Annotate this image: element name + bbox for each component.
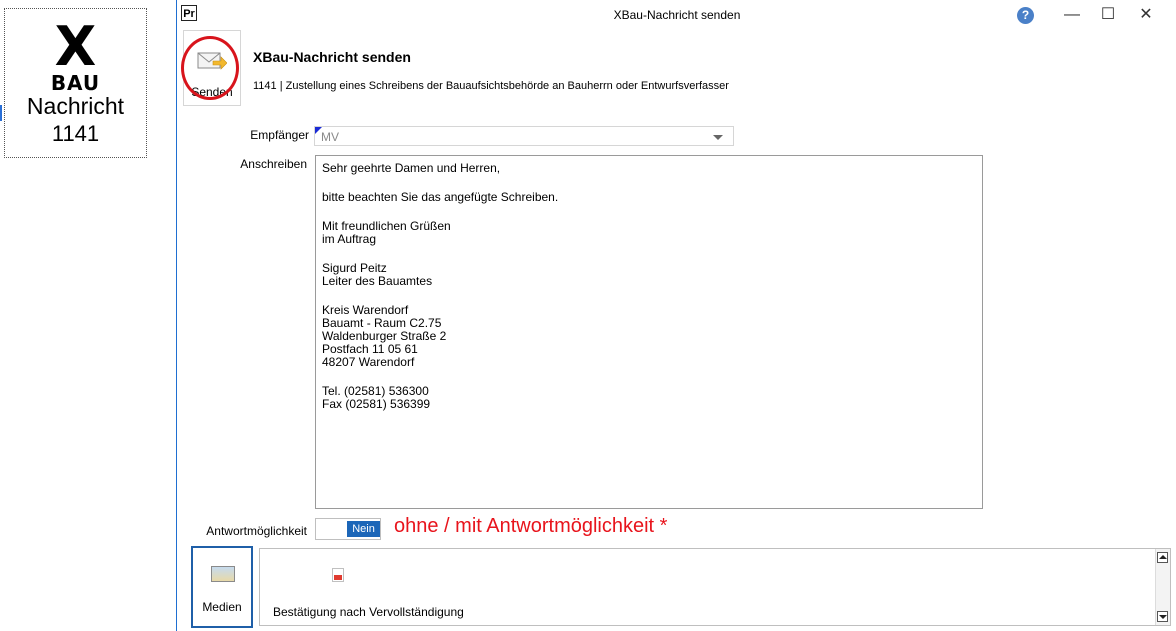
scroll-down-icon[interactable] — [1157, 611, 1168, 622]
letter-line: Waldenburger Straße 2 — [322, 329, 447, 343]
letter-line: Sehr geehrte Damen und Herren, — [322, 161, 501, 175]
letter-line: bitte beachten Sie das angefügte Schreib… — [322, 190, 559, 204]
close-button[interactable]: ✕ — [1131, 4, 1161, 26]
chevron-down-icon[interactable] — [713, 135, 723, 140]
maximize-button[interactable]: ☐ — [1093, 4, 1123, 26]
badge-bau: BAU — [50, 71, 101, 95]
recipient-select[interactable]: MV — [314, 126, 734, 146]
letter-line — [322, 288, 976, 301]
letter-line: Postfach 11 05 61 — [322, 342, 418, 356]
letter-textarea[interactable]: Sehr geehrte Damen und Herren, bitte bea… — [315, 155, 983, 509]
media-item-label[interactable]: Bestätigung nach Vervollständigung — [273, 605, 464, 619]
badge-nachricht: Nachricht — [26, 93, 125, 119]
letter-label: Anschreiben — [240, 157, 307, 171]
badge-x: X — [54, 15, 97, 78]
letter-line: Fax (02581) 536399 — [322, 397, 431, 411]
recipient-value: MV — [321, 130, 339, 144]
letter-line: im Auftrag — [322, 232, 377, 246]
help-icon[interactable]: ? — [1017, 7, 1034, 24]
answer-option-toggle[interactable]: Nein — [315, 518, 381, 540]
xbau-nachricht-badge: X BAU Nachricht 1141 — [0, 8, 147, 158]
letter-line: 48207 Warendorf — [322, 355, 415, 369]
title-bar: Pr XBau-Nachricht senden ? — ☐ ✕ — [177, 0, 1176, 30]
letter-line: Leiter des Bauamtes — [322, 274, 433, 288]
media-button[interactable]: Medien — [191, 546, 253, 628]
media-label: Medien — [202, 600, 242, 614]
media-list: Bestätigung nach Vervollständigung — [259, 548, 1171, 626]
pdf-icon[interactable] — [332, 568, 344, 582]
letter-line: Mit freundlichen Grüßen — [322, 219, 451, 233]
badge-number: 1141 — [51, 121, 100, 146]
scroll-up-icon[interactable] — [1157, 552, 1168, 563]
highlight-circle — [181, 36, 239, 100]
badge-marker — [0, 105, 2, 121]
annotation-text: ohne / mit Antwortmöglichkeit * — [394, 515, 668, 537]
recipient-label: Empfänger — [250, 128, 309, 142]
minimize-button[interactable]: — — [1057, 4, 1087, 26]
answer-option-label: Antwortmöglichkeit — [206, 524, 307, 538]
toggle-state: Nein — [347, 521, 380, 537]
scrollbar[interactable] — [1155, 549, 1170, 625]
image-icon — [211, 566, 235, 582]
dialog-window: Pr XBau-Nachricht senden ? — ☐ ✕ Senden … — [176, 0, 1176, 631]
dialog-heading: XBau-Nachricht senden — [253, 49, 411, 65]
letter-line — [322, 246, 976, 259]
letter-line — [322, 204, 976, 217]
letter-line — [322, 175, 976, 188]
dialog-subheading: 1141 | Zustellung eines Schreibens der B… — [253, 80, 729, 92]
letter-line — [322, 369, 976, 382]
